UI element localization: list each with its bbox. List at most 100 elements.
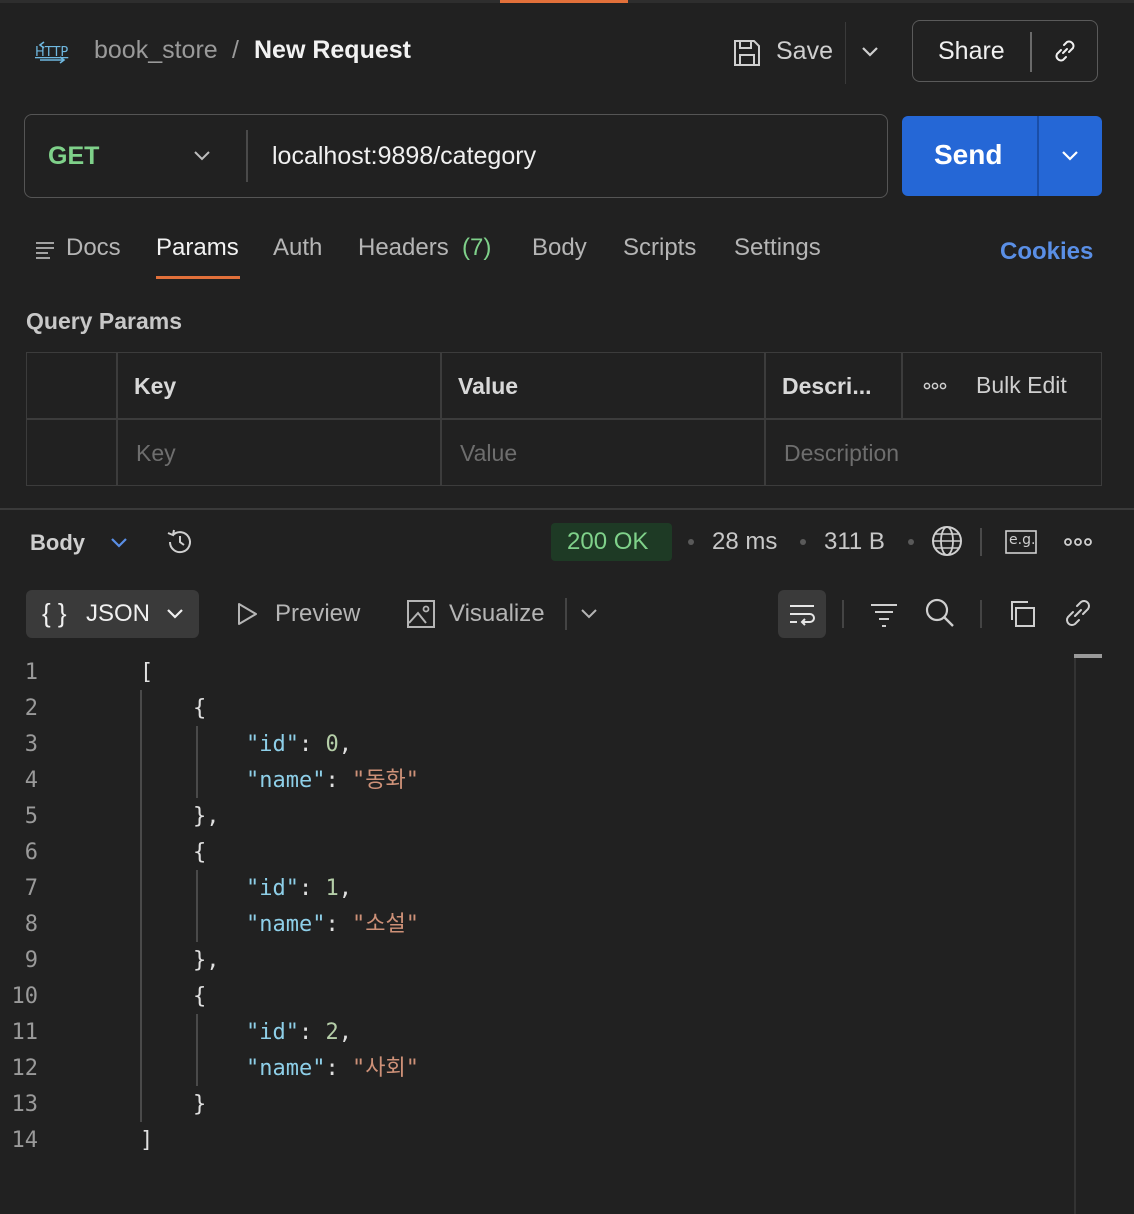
json-value-id: 2 [325,1020,339,1045]
response-body-select[interactable]: Body [30,530,85,556]
response-time: 28 ms [712,528,778,555]
column-header-key: Key [134,373,177,399]
active-tab-indicator [500,0,628,3]
status-text: 200 OK [567,528,649,555]
example-icon[interactable]: e.g. [1004,528,1040,556]
response-code-view[interactable]: 1[ 2 { 3 "id": 0, 4 "name": "동화" 5 }, 6 … [0,655,1074,1159]
line-number: 1 [24,660,38,685]
line-number: 7 [24,876,38,901]
column-header-description: Descri... [782,373,872,399]
value-input[interactable]: Value [460,440,517,467]
tab-headers[interactable]: Headers [358,234,449,262]
tab-params[interactable]: Params [156,234,239,262]
chevron-down-icon[interactable] [1058,144,1082,168]
link-icon[interactable] [1062,597,1094,629]
docs-icon[interactable] [34,238,56,260]
http-icon: HTTP [35,41,68,64]
save-icon[interactable] [732,38,762,68]
code-line: 12 "name": "사회" [0,1051,1074,1087]
request-title[interactable]: New Request [254,36,411,65]
line-number: 2 [24,696,38,721]
json-value-id: 1 [325,876,339,901]
code-text: "name": "사회" [245,1056,419,1081]
code-text: } [140,1092,207,1117]
more-options-icon[interactable] [922,378,948,394]
line-number: 11 [11,1020,39,1045]
code-text: }, [140,804,220,829]
chevron-down-icon[interactable] [164,603,186,625]
image-icon[interactable] [406,598,436,630]
separator-dot [688,539,694,545]
key-input[interactable]: Key [136,440,176,467]
json-value-name: 소설 [365,912,406,937]
search-icon[interactable] [924,597,956,629]
tab-docs[interactable]: Docs [66,234,121,262]
code-line: 10 { [0,979,1074,1015]
play-icon[interactable] [234,600,260,628]
chevron-down-icon[interactable] [858,40,882,64]
separator-dot [800,539,806,545]
share-label[interactable]: Share [938,37,1005,66]
bulk-edit-button[interactable]: Bulk Edit [976,372,1067,399]
copy-icon[interactable] [1006,598,1038,630]
breadcrumb-collection[interactable]: book_store [94,36,218,65]
tab-settings[interactable]: Settings [734,234,821,262]
code-line: 11 "id": 2, [0,1015,1074,1051]
visualize-button[interactable]: Visualize [449,600,545,628]
chevron-down-icon[interactable] [578,603,600,625]
code-line: 13 } [0,1087,1074,1123]
toolbar-divider [842,600,844,628]
link-icon[interactable] [1050,36,1080,66]
json-value-name: 동화 [365,768,406,793]
line-number: 3 [24,732,38,757]
tab-scripts[interactable]: Scripts [623,234,696,262]
tab-params-underline [156,276,240,279]
code-line: 6 { [0,835,1074,871]
toolbar-divider [565,598,567,630]
code-line: 4 "name": "동화" [0,763,1074,799]
chevron-down-icon[interactable] [108,532,130,554]
save-button[interactable]: Save [776,37,833,66]
code-line: 1[ [0,655,1074,691]
send-label[interactable]: Send [934,139,1002,171]
code-text: }, [140,948,220,973]
history-icon[interactable] [164,526,196,558]
response-size: 311 B [824,528,885,555]
code-text: "id": 0, [245,732,352,757]
code-text: "id": 1, [245,876,352,901]
code-line: 5 }, [0,799,1074,835]
tab-body[interactable]: Body [532,234,587,262]
globe-icon[interactable] [930,524,964,558]
tab-auth[interactable]: Auth [273,234,322,262]
line-number: 13 [11,1092,39,1117]
indent-guide [196,870,198,942]
chevron-down-icon[interactable] [190,144,214,168]
braces-icon: { } [42,598,67,628]
preview-button[interactable]: Preview [275,600,360,628]
response-divider[interactable] [0,508,1134,510]
code-text: { [140,696,207,721]
code-line: 2 { [0,691,1074,727]
scrollbar-thumb[interactable] [1074,654,1102,658]
headers-count: (7) [462,234,492,261]
breadcrumb-separator: / [232,36,239,64]
more-options-icon[interactable] [1062,534,1094,550]
indent-guide [140,690,142,1122]
method-select[interactable]: GET [48,142,99,171]
description-input[interactable]: Description [784,440,899,467]
toolbar-divider [980,600,982,628]
code-text: "name": "소설" [245,912,419,937]
wrap-lines-icon[interactable] [786,598,818,630]
code-text: ] [140,1128,154,1153]
indent-guide [196,1014,198,1086]
url-input[interactable]: localhost:9898/category [272,142,536,171]
send-divider [1037,116,1039,196]
scrollbar-track[interactable] [1074,655,1076,1214]
format-label[interactable]: JSON [86,600,150,628]
json-value-id: 0 [325,732,339,757]
code-line: 3 "id": 0, [0,727,1074,763]
filter-icon[interactable] [868,598,900,630]
table-col-divider [901,352,903,418]
cookies-link[interactable]: Cookies [1000,238,1093,266]
table-col-divider [116,352,118,486]
